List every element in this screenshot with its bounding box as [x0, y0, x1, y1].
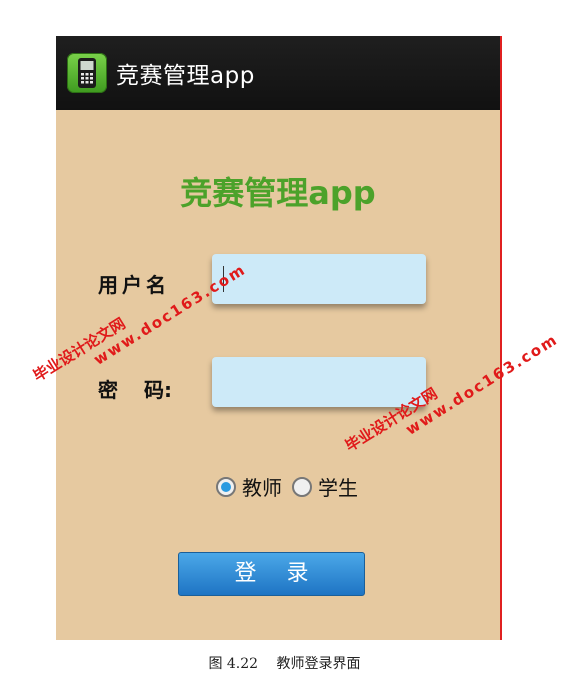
password-label-char2: 码:: [144, 378, 172, 402]
student-radio[interactable]: [292, 476, 312, 497]
password-field[interactable]: [212, 357, 426, 407]
figure-caption: 图 4.22 教师登录界面: [208, 656, 361, 672]
password-label-char1: 密: [98, 378, 118, 402]
page-title: 竞赛管理app: [180, 174, 376, 212]
password-label: 密 码:: [98, 374, 172, 403]
student-radio-label[interactable]: 学生: [318, 472, 358, 501]
teacher-radio[interactable]: [216, 476, 236, 497]
login-button[interactable]: 登录: [178, 552, 365, 596]
action-bar: 竞赛管理app: [56, 36, 500, 110]
role-radio-group: 教师 学生: [216, 472, 368, 501]
teacher-radio-label[interactable]: 教师: [242, 472, 282, 501]
screen-edge-line: [500, 36, 502, 640]
username-field[interactable]: [212, 254, 426, 304]
phone-app-icon: [67, 53, 107, 93]
action-bar-title: 竞赛管理app: [116, 63, 255, 89]
